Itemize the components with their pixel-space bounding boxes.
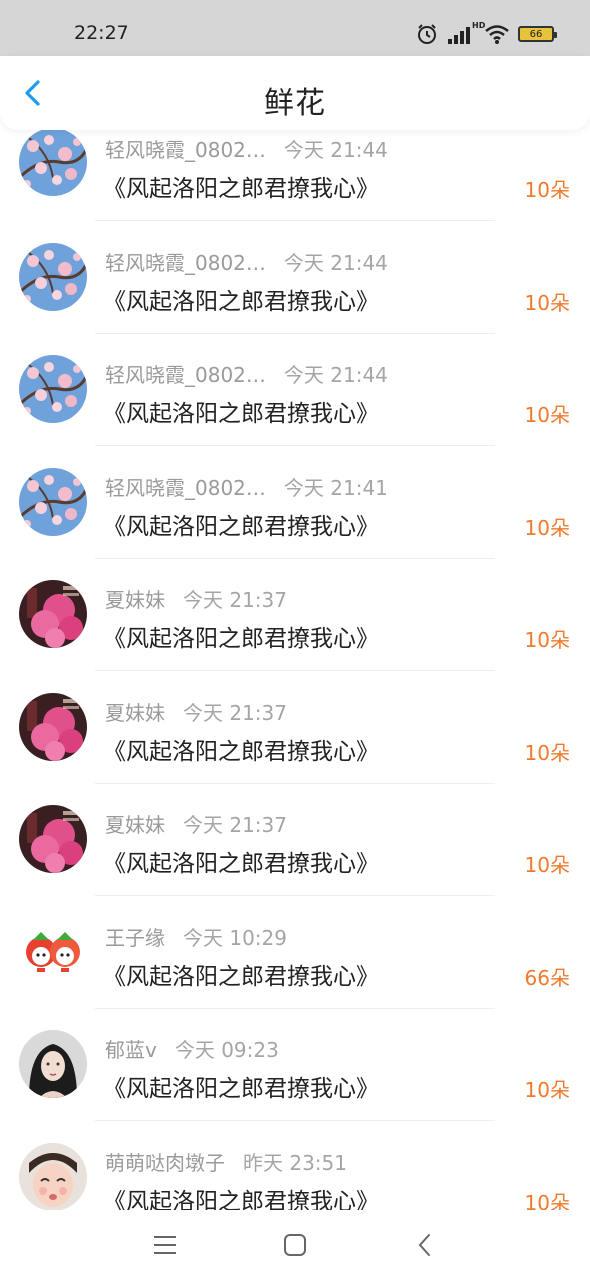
sender-name[interactable]: 萌萌哒肉墩子 [105, 1151, 225, 1175]
sender-line: 轻风晓霞_0802… 今天 21:44 [105, 359, 388, 388]
avatar[interactable] [19, 692, 87, 761]
battery-icon: 66 [518, 26, 557, 42]
sender-line: 郁蓝v 今天 09:23 [105, 1034, 279, 1063]
avatar[interactable] [19, 1142, 87, 1210]
sender-line: 轻风晓霞_0802… 今天 21:44 [105, 247, 388, 276]
book-title[interactable]: 《风起洛阳之郎君撩我心》 [103, 1069, 379, 1103]
book-title[interactable]: 《风起洛阳之郎君撩我心》 [103, 844, 379, 878]
avatar[interactable] [19, 805, 87, 873]
sender-line: 夏妹妹 今天 21:37 [105, 697, 287, 726]
sender-name[interactable]: 夏妹妹 [105, 588, 165, 612]
sender-line: 夏妹妹 今天 21:37 [105, 584, 287, 613]
sender-name[interactable]: 轻风晓霞_0802… [105, 251, 266, 275]
flower-count: 10朵 [524, 403, 570, 427]
send-time: 今天 21:44 [283, 363, 388, 387]
row-divider [95, 1120, 495, 1121]
flower-count: 10朵 [524, 290, 570, 315]
flower-record-list[interactable]: 轻风晓霞_0802… 今天 21:44 《风起洛阳之郎君撩我心》 10朵 轻风晓霞_08… [0, 130, 590, 1210]
list-item[interactable]: 夏妹妹 今天 21:37 《风起洛阳之郎君撩我心》 10朵 [0, 692, 590, 808]
page-title: 鲜花 [264, 86, 326, 121]
row-divider [95, 220, 495, 221]
avatar[interactable] [19, 355, 87, 423]
book-title[interactable]: 《风起洛阳之郎君撩我心》 [103, 619, 379, 653]
flower-count: 10朵 [524, 178, 570, 202]
row-divider [95, 895, 495, 896]
menu-icon[interactable] [152, 1232, 178, 1258]
system-nav-bar [0, 1210, 590, 1280]
status-time: 22:27 [74, 22, 129, 44]
row-divider [95, 332, 495, 334]
list-item[interactable]: 轻风晓霞_0802… 今天 21:44 《风起洛阳之郎君撩我心》 10朵 [0, 130, 590, 245]
send-time: 今天 21:37 [183, 588, 287, 612]
sender-line: 夏妹妹 今天 21:37 [105, 809, 287, 838]
row-divider [95, 1007, 495, 1009]
list-item[interactable]: 王子缘 今天 10:29 《风起洛阳之郎君撩我心》 66朵 [0, 917, 590, 1033]
list-item[interactable]: 轻风晓霞_0802… 今天 21:41 《风起洛阳之郎君撩我心》 10朵 [0, 467, 590, 583]
row-divider [95, 445, 495, 446]
sender-line: 王子缘 今天 10:29 [105, 922, 287, 951]
sender-name[interactable]: 郁蓝v [105, 1038, 157, 1062]
avatar[interactable] [19, 242, 87, 311]
hd-label: HD [472, 21, 486, 30]
send-time: 今天 21:37 [183, 700, 287, 725]
status-bar: 22:27 HD 66 [0, 0, 590, 56]
alarm-icon [418, 24, 436, 44]
book-title[interactable]: 《风起洛阳之郎君撩我心》 [103, 282, 379, 316]
nav-back-icon[interactable] [412, 1232, 438, 1258]
send-time: 今天 21:37 [183, 813, 287, 837]
list-item[interactable]: 夏妹妹 今天 21:37 《风起洛阳之郎君撩我心》 10朵 [0, 580, 590, 695]
send-time: 今天 21:41 [283, 475, 388, 500]
avatar[interactable] [19, 467, 87, 536]
sender-name[interactable]: 夏妹妹 [105, 813, 165, 837]
sender-name[interactable]: 轻风晓霞_0802… [105, 363, 266, 387]
flower-count: 10朵 [524, 740, 570, 765]
sender-line: 萌萌哒肉墩子 昨天 23:51 [105, 1147, 347, 1176]
book-title[interactable]: 《风起洛阳之郎君撩我心》 [103, 507, 379, 541]
flower-count: 10朵 [524, 515, 570, 540]
book-title[interactable]: 《风起洛阳之郎君撩我心》 [103, 957, 379, 991]
list-item[interactable]: 郁蓝v 今天 09:23 《风起洛阳之郎君撩我心》 10朵 [0, 1030, 590, 1145]
flower-count: 66朵 [524, 965, 570, 990]
flower-count: 10朵 [524, 1078, 570, 1102]
list-item[interactable]: 轻风晓霞_0802… 今天 21:44 《风起洛阳之郎君撩我心》 10朵 [0, 242, 590, 358]
page-header: 鲜花 [0, 56, 590, 130]
list-item[interactable]: 轻风晓霞_0802… 今天 21:44 《风起洛阳之郎君撩我心》 10朵 [0, 355, 590, 470]
book-title[interactable]: 《风起洛阳之郎君撩我心》 [103, 169, 379, 203]
sender-name[interactable]: 王子缘 [105, 926, 165, 950]
send-time: 今天 09:23 [174, 1038, 279, 1062]
sender-name[interactable]: 夏妹妹 [105, 701, 165, 725]
wifi-icon [485, 25, 509, 44]
sender-name[interactable]: 轻风晓霞_0802… [105, 476, 266, 500]
send-time: 今天 10:29 [183, 925, 287, 950]
flower-count: 10朵 [524, 1190, 570, 1211]
row-divider [95, 782, 495, 784]
row-divider [95, 557, 495, 559]
send-time: 今天 21:44 [283, 250, 388, 275]
sender-line: 轻风晓霞_0802… 今天 21:44 [105, 134, 388, 163]
flower-count: 10朵 [524, 853, 570, 877]
avatar[interactable] [19, 1030, 87, 1098]
book-title[interactable]: 《风起洛阳之郎君撩我心》 [103, 1182, 379, 1211]
row-divider [95, 670, 495, 671]
sender-name[interactable]: 轻风晓霞_0802… [105, 138, 266, 162]
avatar[interactable] [19, 130, 87, 196]
sender-line: 轻风晓霞_0802… 今天 21:41 [105, 472, 388, 501]
signal-icon: HD [446, 21, 485, 45]
list-item[interactable]: 夏妹妹 今天 21:37 《风起洛阳之郎君撩我心》 10朵 [0, 805, 590, 920]
status-icons: HD 66 [416, 20, 557, 48]
home-square-icon[interactable] [282, 1232, 308, 1258]
send-time: 今天 21:44 [283, 138, 388, 162]
avatar[interactable] [19, 917, 87, 986]
list-item[interactable]: 萌萌哒肉墩子 昨天 23:51 《风起洛阳之郎君撩我心》 10朵 [0, 1142, 590, 1211]
book-title[interactable]: 《风起洛阳之郎君撩我心》 [103, 732, 379, 766]
avatar[interactable] [19, 580, 87, 648]
book-title[interactable]: 《风起洛阳之郎君撩我心》 [103, 394, 379, 428]
send-time: 昨天 23:51 [243, 1150, 347, 1175]
flower-count: 10朵 [524, 628, 570, 652]
